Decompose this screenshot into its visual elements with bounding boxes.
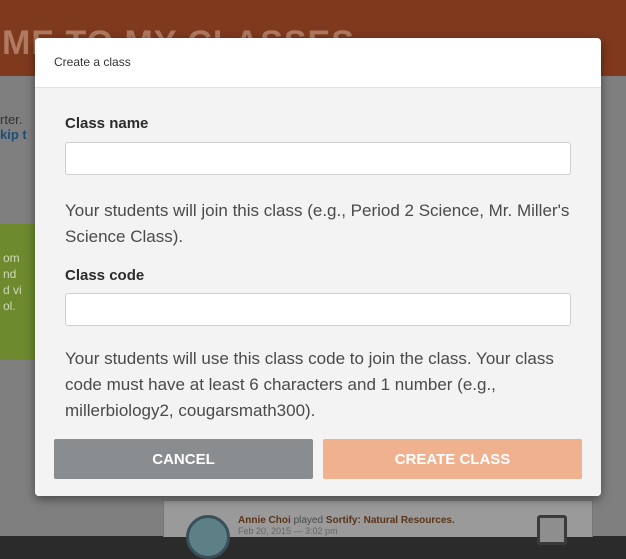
activity-date: Feb 20, 2015 — 3:02 pm — [238, 526, 338, 536]
promo-panel: om nd d vi ol. — [0, 224, 40, 360]
class-name-help: Your students will join this class (e.g.… — [65, 201, 570, 246]
game-name[interactable]: Sortify: Natural Resources. — [326, 515, 455, 526]
skip-link[interactable]: kip t — [0, 127, 27, 142]
cancel-button[interactable]: CANCEL — [54, 439, 313, 479]
create-class-dialog: Create a class Class name Your students … — [35, 38, 601, 496]
class-name-input[interactable] — [65, 142, 571, 175]
student-name[interactable]: Annie Choi — [238, 515, 291, 526]
edit-icon[interactable] — [537, 515, 567, 545]
intro-text: rter. kip t — [0, 112, 27, 142]
class-code-label: Class code — [65, 267, 145, 284]
class-code-help: Your students will use this class code t… — [65, 349, 554, 420]
student-avatar — [186, 515, 230, 559]
class-name-label: Class name — [65, 115, 149, 132]
activity-text: Annie Choi played Sortify: Natural Resou… — [238, 515, 455, 536]
create-class-button[interactable]: CREATE CLASS — [323, 439, 582, 479]
dialog-header: Create a class — [35, 38, 601, 88]
class-code-input[interactable] — [65, 293, 571, 326]
intro-text-line: rter. — [0, 112, 23, 127]
activity-verb: played — [293, 515, 324, 526]
dialog-title: Create a class — [54, 55, 131, 69]
